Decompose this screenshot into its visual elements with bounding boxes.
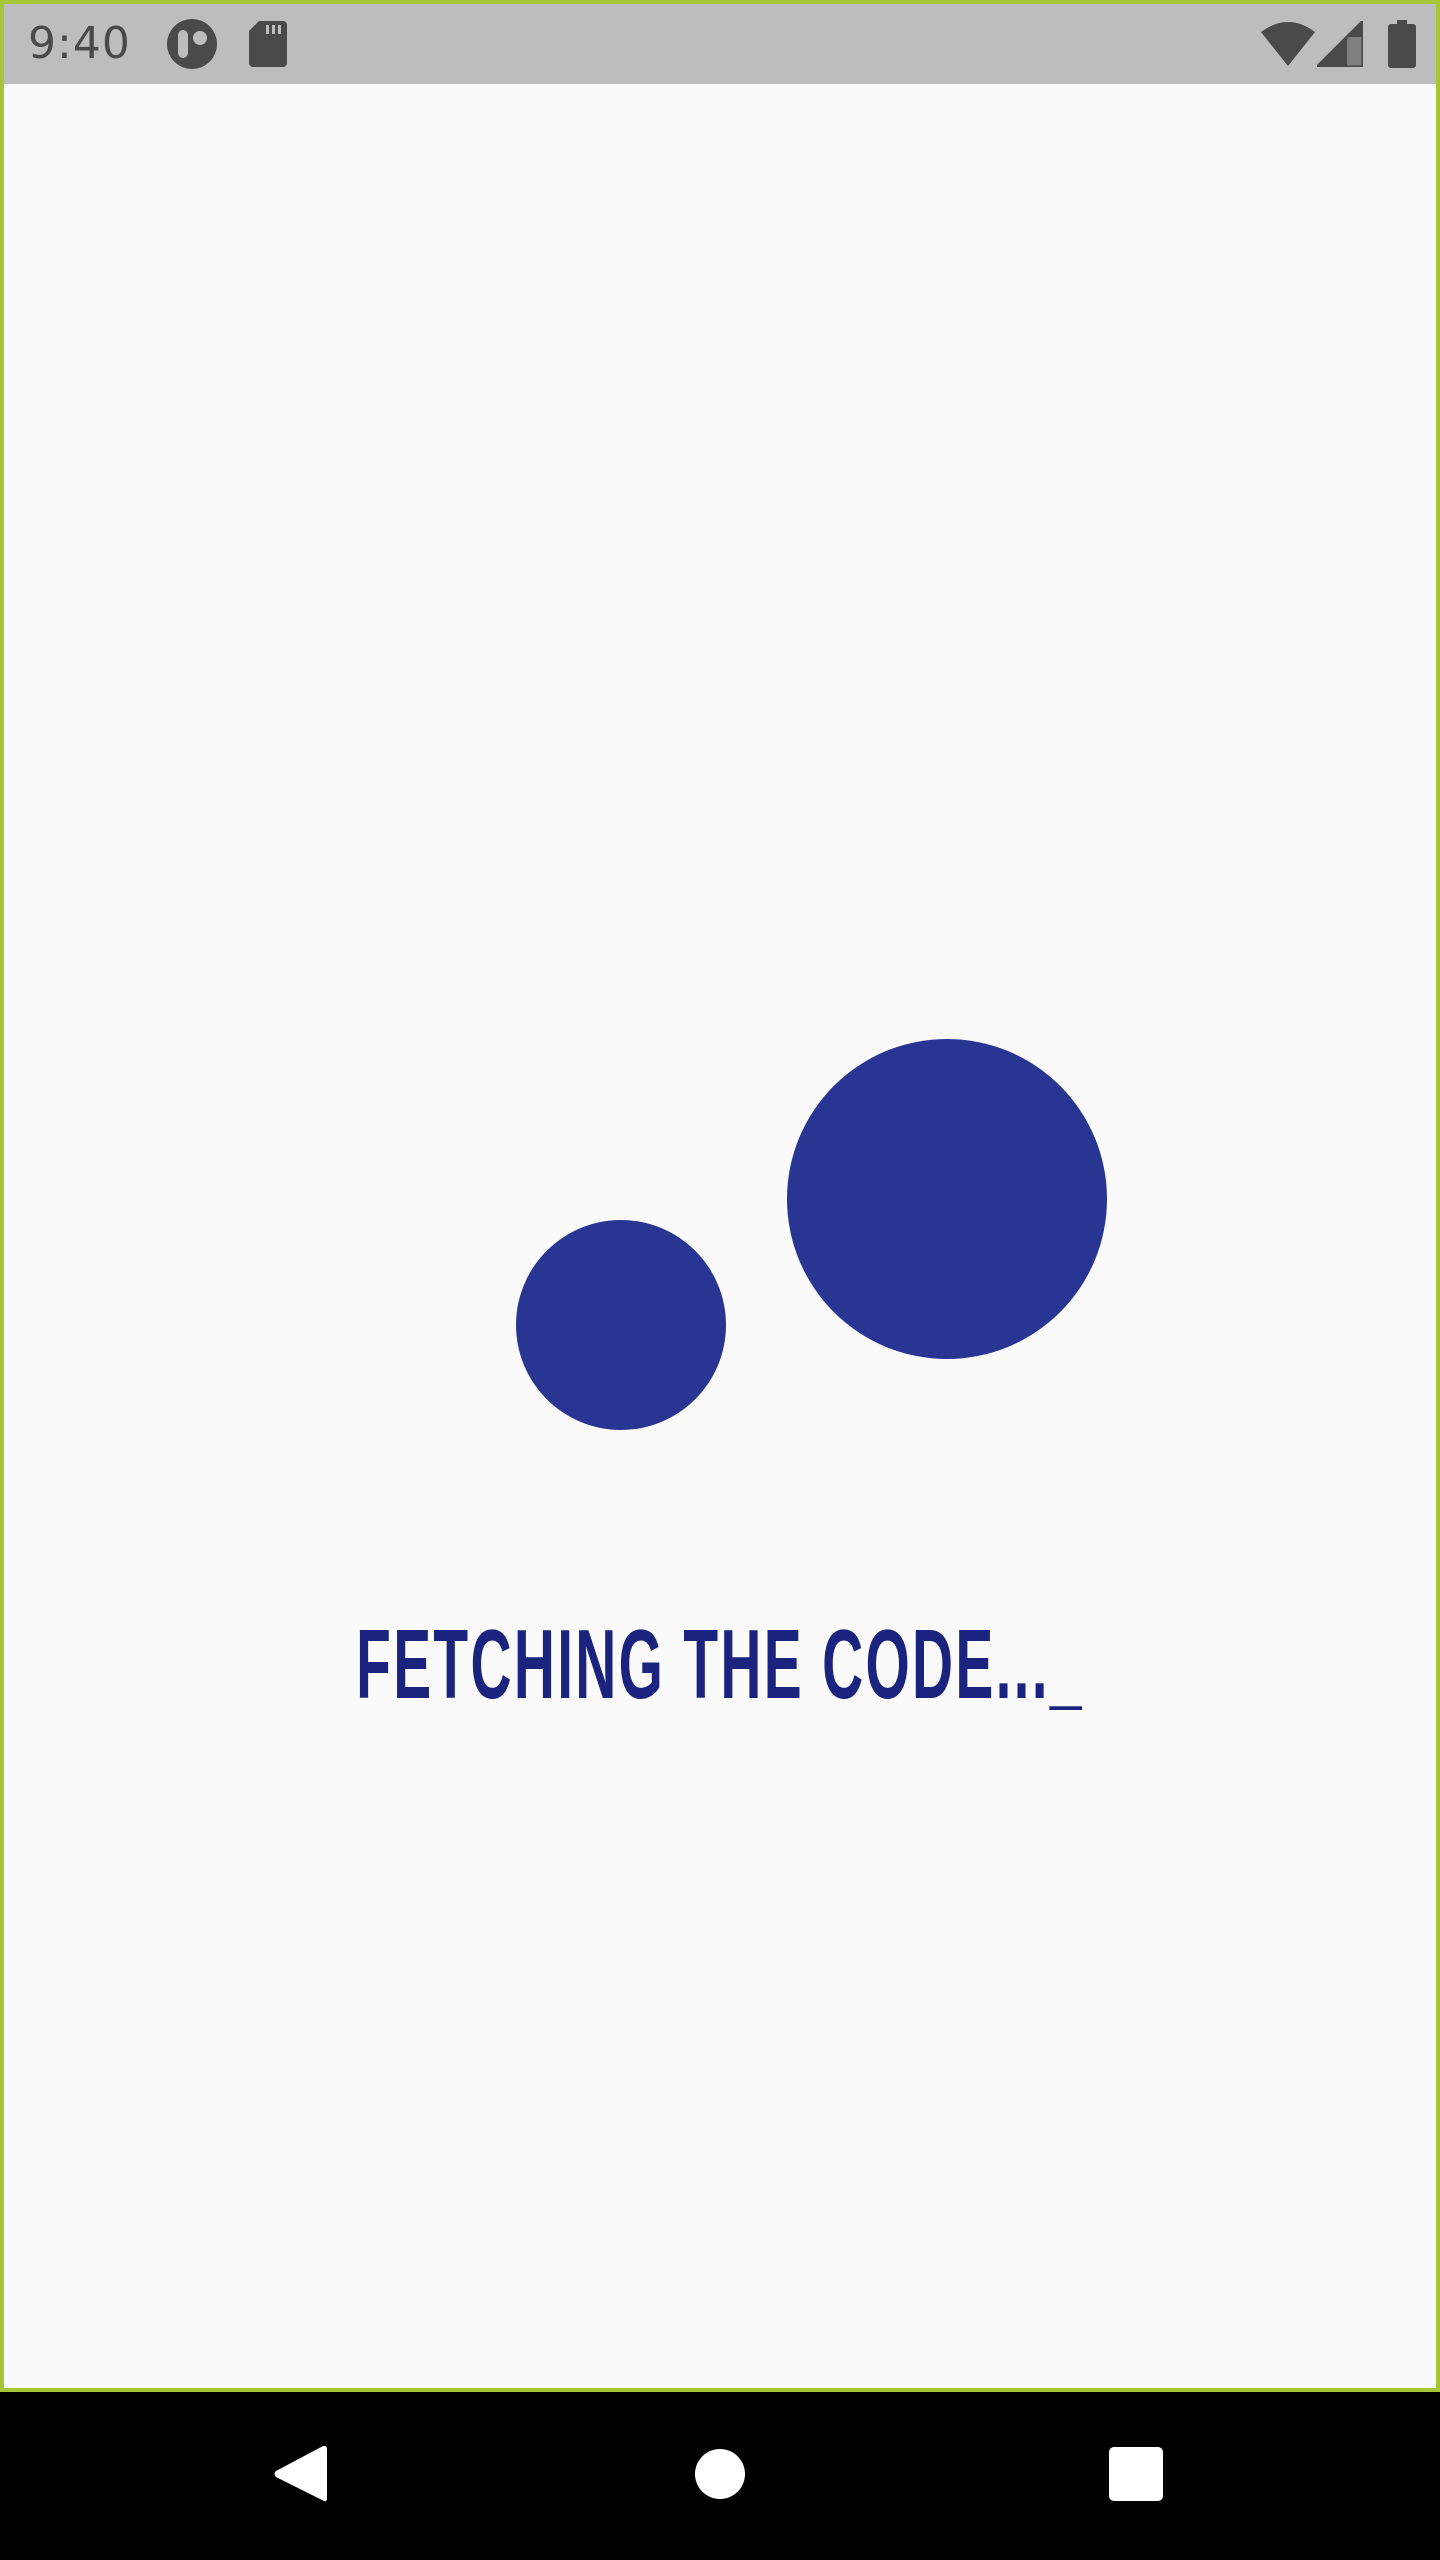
status-bar: 9:40: [4, 4, 1436, 84]
loading-text: FETCHING THE CODE..._: [356, 1609, 1084, 1719]
cell-signal-icon: [1316, 4, 1364, 84]
recents-icon: [1109, 2447, 1163, 2505]
back-icon: [273, 2444, 327, 2508]
battery-icon: [1382, 4, 1422, 84]
back-button[interactable]: [220, 2392, 380, 2560]
sd-card-icon: [248, 4, 288, 84]
navigation-bar: [0, 2392, 1440, 2560]
loading-dot-large: [787, 1039, 1107, 1359]
status-time: 9:40: [28, 18, 131, 69]
recents-button[interactable]: [1056, 2392, 1216, 2560]
home-button[interactable]: [640, 2392, 800, 2560]
loading-view: FETCHING THE CODE..._: [4, 84, 1436, 2388]
wifi-icon: [1260, 4, 1316, 84]
app-screen: 9:40 FETCHING THE CODE..._: [0, 0, 1440, 2392]
notification-app-icon: [164, 4, 220, 84]
loading-dot-small: [516, 1220, 726, 1430]
home-icon: [694, 2448, 746, 2504]
